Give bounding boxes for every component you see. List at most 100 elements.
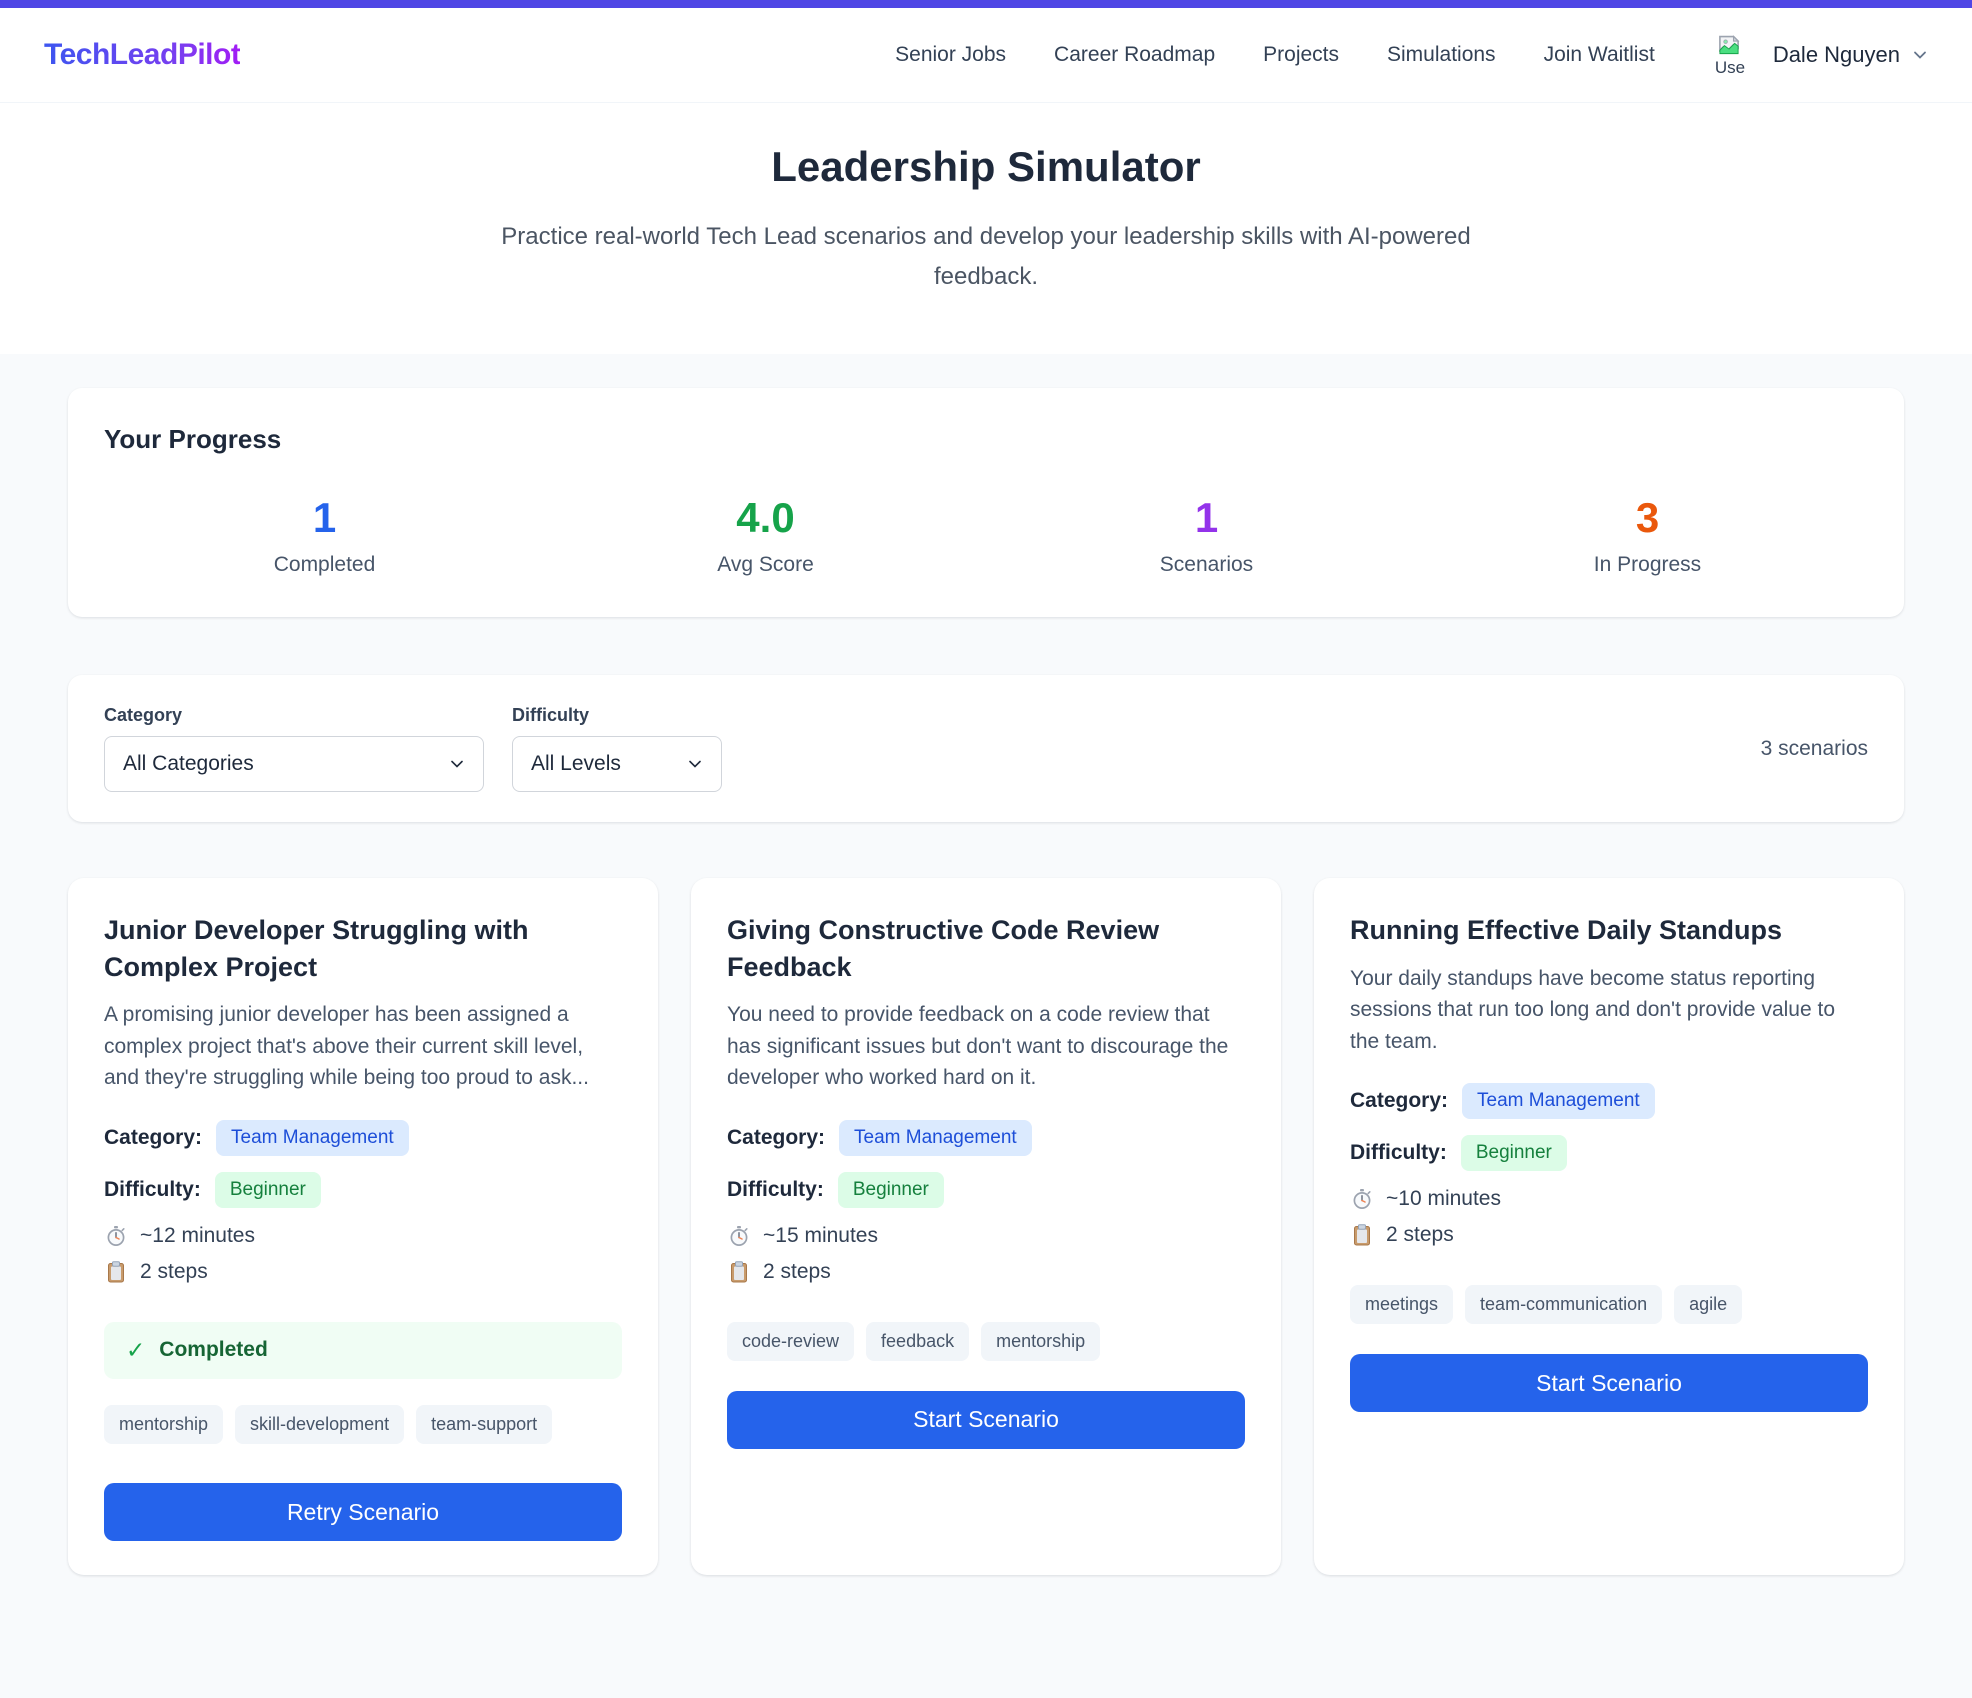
category-select-value: All Categories xyxy=(123,752,254,776)
stat-avg-score: 4.0 Avg Score xyxy=(545,497,986,577)
difficulty-row: Difficulty: Beginner xyxy=(1350,1135,1868,1171)
results-count: 3 scenarios xyxy=(1761,737,1868,761)
time-row: ~15 minutes xyxy=(727,1224,1245,1248)
difficulty-row: Difficulty: Beginner xyxy=(104,1172,622,1208)
category-row: Category: Team Management xyxy=(727,1120,1245,1156)
tag: skill-development xyxy=(235,1405,404,1444)
header: TechLeadPilot Senior Jobs Career Roadmap… xyxy=(0,8,1972,102)
nav-link-projects[interactable]: Projects xyxy=(1263,43,1339,67)
difficulty-select[interactable]: All Levels xyxy=(512,736,722,792)
stat-scenarios-value: 1 xyxy=(986,497,1427,539)
difficulty-badge: Beginner xyxy=(838,1172,944,1208)
stat-in-progress-value: 3 xyxy=(1427,497,1868,539)
tag: team-support xyxy=(416,1405,552,1444)
stat-avg-score-label: Avg Score xyxy=(545,553,986,577)
scenario-card: Running Effective Daily Standups Your da… xyxy=(1314,878,1904,1575)
tags-row: meetings team-communication agile xyxy=(1350,1285,1868,1324)
tag: mentorship xyxy=(981,1322,1100,1361)
category-badge: Team Management xyxy=(216,1120,409,1156)
time-row: ~10 minutes xyxy=(1350,1187,1868,1211)
tags-row: code-review feedback mentorship xyxy=(727,1322,1245,1361)
stat-scenarios-label: Scenarios xyxy=(986,553,1427,577)
tag: meetings xyxy=(1350,1285,1453,1324)
scenario-title: Junior Developer Struggling with Complex… xyxy=(104,912,622,985)
difficulty-filter-group: Difficulty All Levels xyxy=(512,705,722,792)
completed-text: Completed xyxy=(159,1338,268,1362)
tag: mentorship xyxy=(104,1405,223,1444)
time-estimate: ~12 minutes xyxy=(140,1224,255,1248)
nav-link-simulations[interactable]: Simulations xyxy=(1387,43,1496,67)
difficulty-label: Difficulty: xyxy=(104,1178,201,1202)
user-name: Dale Nguyen xyxy=(1773,42,1900,68)
tag: agile xyxy=(1674,1285,1742,1324)
nav-link-join-waitlist[interactable]: Join Waitlist xyxy=(1544,43,1655,67)
check-icon: ✓ xyxy=(126,1337,145,1364)
user-menu[interactable]: Use Dale Nguyen xyxy=(1715,32,1928,78)
nav-link-senior-jobs[interactable]: Senior Jobs xyxy=(895,43,1006,67)
tag: feedback xyxy=(866,1322,969,1361)
nav-link-career-roadmap[interactable]: Career Roadmap xyxy=(1054,43,1215,67)
stat-avg-score-value: 4.0 xyxy=(545,497,986,539)
filters-panel: Category All Categories Difficulty All L… xyxy=(68,675,1904,822)
avatar-alt-text: Use xyxy=(1715,59,1745,78)
main-nav: Senior Jobs Career Roadmap Projects Simu… xyxy=(895,32,1928,78)
stat-completed-label: Completed xyxy=(104,553,545,577)
page-subtitle: Practice real-world Tech Lead scenarios … xyxy=(481,217,1491,296)
steps-count: 2 steps xyxy=(763,1260,831,1284)
difficulty-label: Difficulty: xyxy=(1350,1141,1447,1165)
stat-completed: 1 Completed xyxy=(104,497,545,577)
tags-row: mentorship skill-development team-suppor… xyxy=(104,1405,622,1444)
chevron-down-icon xyxy=(1912,47,1928,63)
scenario-cards: Junior Developer Struggling with Complex… xyxy=(68,878,1904,1575)
start-scenario-button[interactable]: Start Scenario xyxy=(1350,1354,1868,1412)
steps-row: 2 steps xyxy=(727,1260,1245,1284)
category-select[interactable]: All Categories xyxy=(104,736,484,792)
category-badge: Team Management xyxy=(839,1120,1032,1156)
chevron-down-icon xyxy=(687,756,703,772)
hero-section: Leadership Simulator Practice real-world… xyxy=(0,102,1972,354)
stat-completed-value: 1 xyxy=(104,497,545,539)
scenario-title: Running Effective Daily Standups xyxy=(1350,912,1868,948)
top-accent-bar xyxy=(0,0,1972,8)
progress-heading: Your Progress xyxy=(104,424,1868,455)
category-row: Category: Team Management xyxy=(104,1120,622,1156)
tag: team-communication xyxy=(1465,1285,1662,1324)
category-filter-group: Category All Categories xyxy=(104,705,484,792)
difficulty-label: Difficulty: xyxy=(727,1178,824,1202)
category-label: Category: xyxy=(104,1126,202,1150)
clipboard-icon xyxy=(1350,1223,1374,1247)
difficulty-select-value: All Levels xyxy=(531,752,621,776)
difficulty-badge: Beginner xyxy=(215,1172,321,1208)
scenario-description: You need to provide feedback on a code r… xyxy=(727,999,1245,1094)
category-badge: Team Management xyxy=(1462,1083,1655,1119)
start-scenario-button[interactable]: Start Scenario xyxy=(727,1391,1245,1449)
retry-scenario-button[interactable]: Retry Scenario xyxy=(104,1483,622,1541)
time-estimate: ~10 minutes xyxy=(1386,1187,1501,1211)
user-avatar-broken-image: Use xyxy=(1715,32,1761,78)
completed-banner: ✓ Completed xyxy=(104,1322,622,1379)
clipboard-icon xyxy=(104,1260,128,1284)
time-estimate: ~15 minutes xyxy=(763,1224,878,1248)
difficulty-row: Difficulty: Beginner xyxy=(727,1172,1245,1208)
scenario-card: Giving Constructive Code Review Feedback… xyxy=(691,878,1281,1575)
scenario-description: A promising junior developer has been as… xyxy=(104,999,622,1094)
stopwatch-icon xyxy=(104,1224,128,1248)
steps-row: 2 steps xyxy=(104,1260,622,1284)
stat-in-progress-label: In Progress xyxy=(1427,553,1868,577)
brand-logo[interactable]: TechLeadPilot xyxy=(44,38,240,72)
stopwatch-icon xyxy=(727,1224,751,1248)
difficulty-filter-label: Difficulty xyxy=(512,705,722,726)
steps-row: 2 steps xyxy=(1350,1223,1868,1247)
category-label: Category: xyxy=(1350,1089,1448,1113)
stopwatch-icon xyxy=(1350,1187,1374,1211)
category-row: Category: Team Management xyxy=(1350,1083,1868,1119)
page-title: Leadership Simulator xyxy=(0,143,1972,191)
stat-scenarios: 1 Scenarios xyxy=(986,497,1427,577)
category-label: Category: xyxy=(727,1126,825,1150)
chevron-down-icon xyxy=(449,756,465,772)
scenario-description: Your daily standups have become status r… xyxy=(1350,963,1868,1058)
stats-row: 1 Completed 4.0 Avg Score 1 Scenarios 3 … xyxy=(104,497,1868,577)
steps-count: 2 steps xyxy=(1386,1223,1454,1247)
category-filter-label: Category xyxy=(104,705,484,726)
difficulty-badge: Beginner xyxy=(1461,1135,1567,1171)
